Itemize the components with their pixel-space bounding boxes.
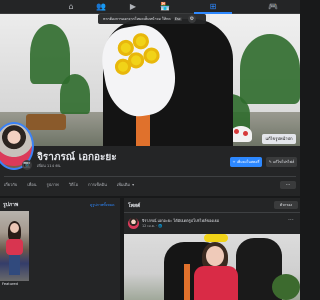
profile-divider bbox=[4, 176, 296, 177]
post-image[interactable] bbox=[124, 234, 300, 300]
chevron-down-icon[interactable]: ▾ bbox=[132, 181, 134, 189]
tab-checkins[interactable]: การเช็คอิน bbox=[88, 181, 107, 189]
fullscreen-alert: หากต้องการออกจากโหมดเต็มหน้าจอ ให้กด Esc… bbox=[98, 14, 206, 24]
camera-icon[interactable]: 📷 bbox=[22, 160, 32, 170]
plant-left-low bbox=[60, 74, 90, 114]
home-icon[interactable]: ⌂ bbox=[66, 2, 76, 12]
top-navigation-bar: ⌂ 👥 ▶ 🏪 ⊞ 🎮 bbox=[0, 0, 300, 14]
filter-button[interactable]: ตัวกรอง bbox=[274, 201, 298, 209]
groups-icon[interactable]: ⊞ bbox=[208, 2, 218, 12]
fullscreen-alert-text: หากต้องการออกจากโหมดเต็มหน้าจอ ให้กด bbox=[103, 17, 171, 21]
post-options-icon[interactable]: ··· bbox=[288, 217, 294, 224]
posts-divider bbox=[124, 212, 300, 213]
posts-title: โพสต์ bbox=[128, 203, 141, 209]
pot-left bbox=[26, 114, 66, 130]
featured-label: Featured bbox=[2, 282, 18, 286]
tab-videos[interactable]: วิดีโอ bbox=[69, 181, 78, 189]
post-avatar[interactable] bbox=[128, 218, 139, 229]
friends-icon[interactable]: 👥 bbox=[96, 2, 106, 12]
cover-photo[interactable]: หากต้องการออกจากโหมดเต็มหน้าจอ ให้กด Esc… bbox=[0, 14, 300, 146]
edit-cover-button[interactable]: แก้ไขรูปหน้าปก bbox=[262, 134, 296, 144]
see-all-photos-link[interactable]: ดูรูปภาพทั้งหมด bbox=[90, 202, 115, 208]
tab-friends[interactable]: เพื่อน bbox=[27, 181, 36, 189]
edit-profile-button[interactable]: ✎ แก้ไขโปรไฟล์ bbox=[266, 157, 297, 167]
profile-tabs: เกี่ยวกับ เพื่อน รูปภาพ วิดีโอ การเช็คอิ… bbox=[4, 181, 134, 189]
watch-icon[interactable]: ▶ bbox=[128, 2, 138, 12]
photos-card-title: รูปภาพ bbox=[3, 202, 19, 208]
post-timestamp[interactable]: 12 เม.ย. · 🌐 bbox=[142, 224, 162, 229]
posts-card: โพสต์ ตัวกรอง จิราภรณ์ เอกอะยะ ได้อัปเดต… bbox=[124, 198, 300, 300]
fullscreen-alert-key: Esc bbox=[173, 17, 182, 21]
friends-count[interactable]: เพื่อน 114 คน bbox=[37, 163, 60, 169]
tab-more[interactable]: เพิ่มเติม bbox=[117, 181, 130, 189]
add-to-story-button[interactable]: + เพิ่มลงในสตอรี่ bbox=[230, 157, 262, 167]
plant-right bbox=[240, 34, 300, 104]
gaming-icon[interactable]: 🎮 bbox=[268, 2, 278, 12]
tab-about[interactable]: เกี่ยวกับ bbox=[4, 181, 17, 189]
photos-card: รูปภาพ ดูรูปภาพทั้งหมด Featured bbox=[0, 198, 120, 300]
marketplace-icon[interactable]: 🏪 bbox=[160, 2, 170, 12]
plant-left bbox=[30, 24, 70, 84]
gear-icon[interactable]: ⚙ bbox=[188, 15, 196, 23]
mushroom-decoration bbox=[230, 126, 252, 142]
featured-photo[interactable] bbox=[0, 211, 29, 281]
more-options-button[interactable]: ··· bbox=[280, 181, 296, 189]
tab-photos[interactable]: รูปภาพ bbox=[46, 181, 58, 189]
